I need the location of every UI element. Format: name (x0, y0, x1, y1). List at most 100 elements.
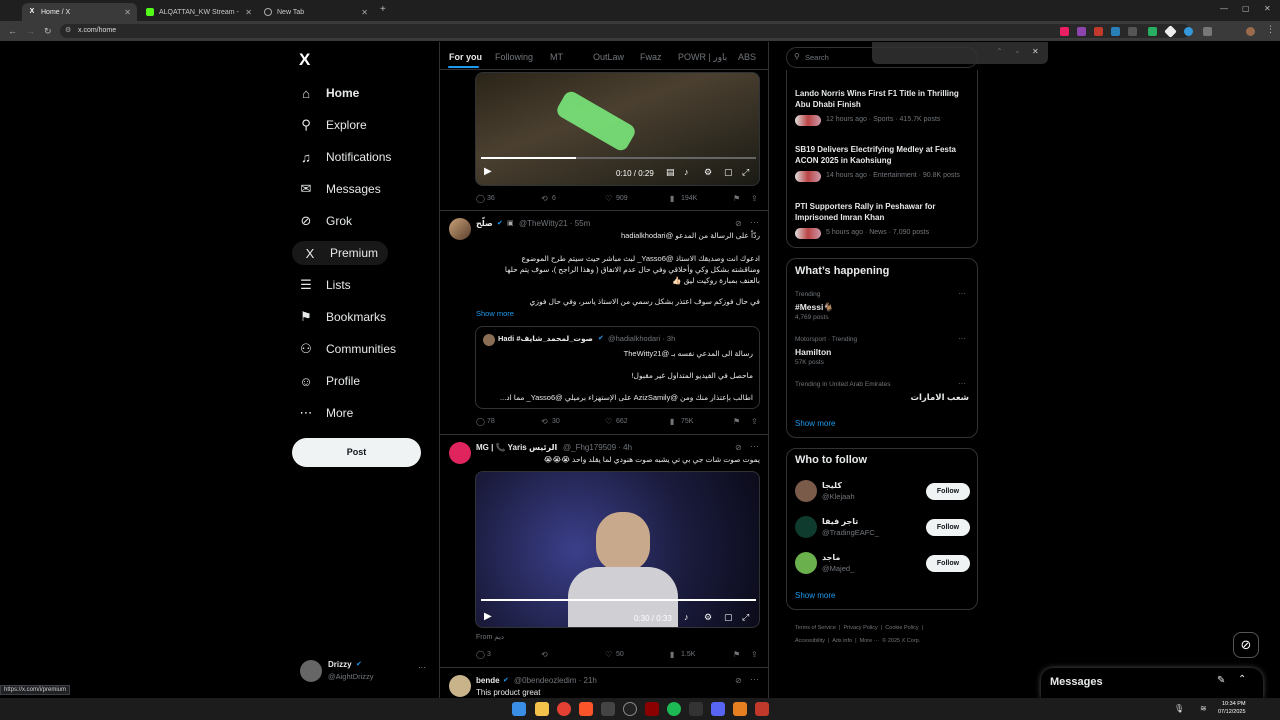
close-tab-icon[interactable]: ✕ (245, 8, 252, 17)
footer-link[interactable]: More ··· (860, 638, 880, 644)
repost-icon[interactable]: ⟲ (541, 650, 548, 659)
footer-link[interactable]: Terms of Service (795, 625, 836, 631)
sidebar-item-grok[interactable]: ⊘ Grok (298, 209, 352, 233)
sidebar-item-lists[interactable]: ☰ Lists (298, 273, 351, 297)
suggested-user-name[interactable]: كليجا (822, 481, 842, 490)
sidebar-item-bookmarks[interactable]: ⚑ Bookmarks (298, 305, 386, 329)
share-icon[interactable]: ⇪ (751, 417, 758, 426)
views-icon[interactable]: ▮ (670, 417, 674, 426)
suggested-user-name[interactable]: تاجر فيفا (822, 517, 858, 526)
extension-icon[interactable] (1094, 27, 1103, 36)
tweet-handle-time[interactable]: @0bendeozledim · 21h (514, 676, 597, 685)
grok-explain-icon[interactable]: ⊘ (735, 676, 742, 685)
avatar[interactable] (795, 516, 817, 538)
tab-3[interactable]: OutLaw (593, 52, 624, 62)
app-icon[interactable] (689, 702, 703, 716)
footer-link[interactable]: Accessibility (795, 638, 825, 644)
site-info-icon[interactable]: ⚙ (65, 24, 71, 38)
tweet-more-icon[interactable]: ··· (750, 674, 759, 684)
follow-button[interactable]: Follow (926, 519, 970, 536)
reload-icon[interactable]: ↻ (44, 26, 52, 37)
play-icon[interactable]: ▶ (484, 166, 492, 177)
spotify-icon[interactable] (667, 702, 681, 716)
tweet-more-icon[interactable]: ··· (750, 217, 759, 227)
wifi-icon[interactable]: ≋ (1200, 704, 1207, 713)
start-icon[interactable] (512, 702, 526, 716)
extension-icon[interactable] (1148, 27, 1157, 36)
app-icon[interactable] (733, 702, 747, 716)
extension-icon[interactable] (1077, 27, 1086, 36)
app-icon[interactable] (623, 702, 637, 716)
account-more-icon[interactable]: ··· (418, 663, 426, 672)
sidebar-item-profile[interactable]: ☺ Profile (298, 369, 360, 393)
messages-drawer[interactable]: Messages ✎ ⌃ (1041, 668, 1263, 698)
footer-link[interactable]: Privacy Policy (844, 625, 878, 631)
tab-2[interactable]: MT (550, 52, 563, 62)
find-close-icon[interactable]: ✕ (1032, 47, 1039, 56)
tweet-more-icon[interactable]: ··· (750, 441, 759, 451)
tweet-handle-time[interactable]: @TheWitty21 · 55m (519, 219, 590, 228)
pip-icon[interactable]: ▢ (724, 612, 733, 623)
extension-icon[interactable] (1111, 27, 1120, 36)
close-tab-icon[interactable]: ✕ (124, 8, 131, 17)
tab-1[interactable]: Following (495, 52, 533, 62)
footer-link[interactable]: Ads info (832, 638, 852, 644)
close-window-icon[interactable]: ✕ (1264, 4, 1271, 13)
fullscreen-icon[interactable]: ⤢ (742, 167, 749, 178)
sidebar-item-explore[interactable]: ⚲ Explore (298, 113, 366, 137)
profile-avatar-icon[interactable] (1246, 27, 1255, 36)
volume-icon[interactable]: ♪ (684, 167, 689, 177)
extension-icon[interactable] (1128, 27, 1137, 36)
new-tab-plus-icon[interactable]: + (380, 4, 386, 15)
discord-icon[interactable] (711, 702, 725, 716)
back-arrow-icon[interactable]: ← (8, 26, 17, 36)
browser-menu-icon[interactable]: ⋮ (1266, 24, 1275, 35)
brave-icon[interactable] (579, 702, 593, 716)
app-icon[interactable] (755, 702, 769, 716)
tab-6[interactable]: ABS (738, 52, 756, 62)
share-icon[interactable]: ⇪ (751, 194, 758, 203)
find-next-icon[interactable]: ⌄ (1014, 46, 1021, 55)
share-icon[interactable]: ⇪ (751, 650, 758, 659)
reply-icon[interactable]: ◯ (476, 650, 485, 659)
sidebar-item-messages[interactable]: ✉ Messages (298, 177, 381, 201)
follow-button[interactable]: Follow (926, 483, 970, 500)
video-player[interactable]: ▶ 0:10 / 0:29 ▤ ♪ ⚙ ▢ ⤢ (475, 72, 760, 186)
sidebar-item-home[interactable]: ⌂ Home (298, 81, 359, 105)
app-icon[interactable] (601, 702, 615, 716)
settings-icon[interactable]: ⚙ (704, 612, 712, 623)
browser-tab-stream[interactable]: ALQATTAN_KW Stream - Watch ✕ (140, 3, 258, 21)
trend-name[interactable]: شعب الامارات (910, 392, 969, 403)
forward-arrow-icon[interactable]: → (26, 26, 35, 36)
tweet-author[interactable]: صلّح (476, 219, 493, 228)
like-icon[interactable]: ♡ (605, 194, 612, 203)
views-icon[interactable]: ▮ (670, 194, 674, 203)
avatar[interactable] (795, 552, 817, 574)
follow-button[interactable]: Follow (926, 555, 970, 572)
reply-icon[interactable]: ◯ (476, 417, 485, 426)
sidebar-item-more[interactable]: ⋯ More (298, 401, 354, 425)
browser-tab-new-tab[interactable]: New Tab ✕ (258, 3, 374, 21)
reply-icon[interactable]: ◯ (476, 194, 485, 203)
clock-date[interactable]: 07/12/2025 (1218, 709, 1246, 715)
show-more-link[interactable]: Show more (795, 419, 835, 428)
play-icon[interactable]: ▶ (484, 611, 492, 622)
x-logo-icon[interactable]: X (299, 50, 310, 70)
like-icon[interactable]: ♡ (605, 417, 612, 426)
video-player[interactable]: ▶ 0:30 / 0:33 ♪ ⚙ ▢ ⤢ (475, 471, 760, 628)
browser-tab-x-home[interactable]: X Home / X ✕ (22, 3, 137, 21)
tweet-handle-time[interactable]: @_Fhg179509 · 4h (563, 443, 632, 452)
minimize-window-icon[interactable]: — (1220, 4, 1228, 13)
tweet-author[interactable]: MG | 📞 Yaris الرئيس (476, 443, 557, 452)
close-tab-icon[interactable]: ✕ (361, 8, 368, 17)
pip-icon[interactable]: ▢ (724, 167, 733, 178)
address-bar[interactable]: ⚙ x.com/home (60, 24, 1190, 38)
grok-explain-icon[interactable]: ⊘ (735, 443, 742, 452)
suggested-user-name[interactable]: ماجد (822, 553, 840, 562)
views-icon[interactable]: ▮ (670, 650, 674, 659)
app-icon[interactable] (645, 702, 659, 716)
fullscreen-icon[interactable]: ⤢ (742, 612, 749, 623)
account-switcher[interactable]: Drizzy ✔ @AightDrizzy ··· (298, 659, 432, 685)
trend-name[interactable]: #Messi🐐 (795, 302, 834, 313)
trend-more-icon[interactable]: ··· (958, 379, 966, 388)
